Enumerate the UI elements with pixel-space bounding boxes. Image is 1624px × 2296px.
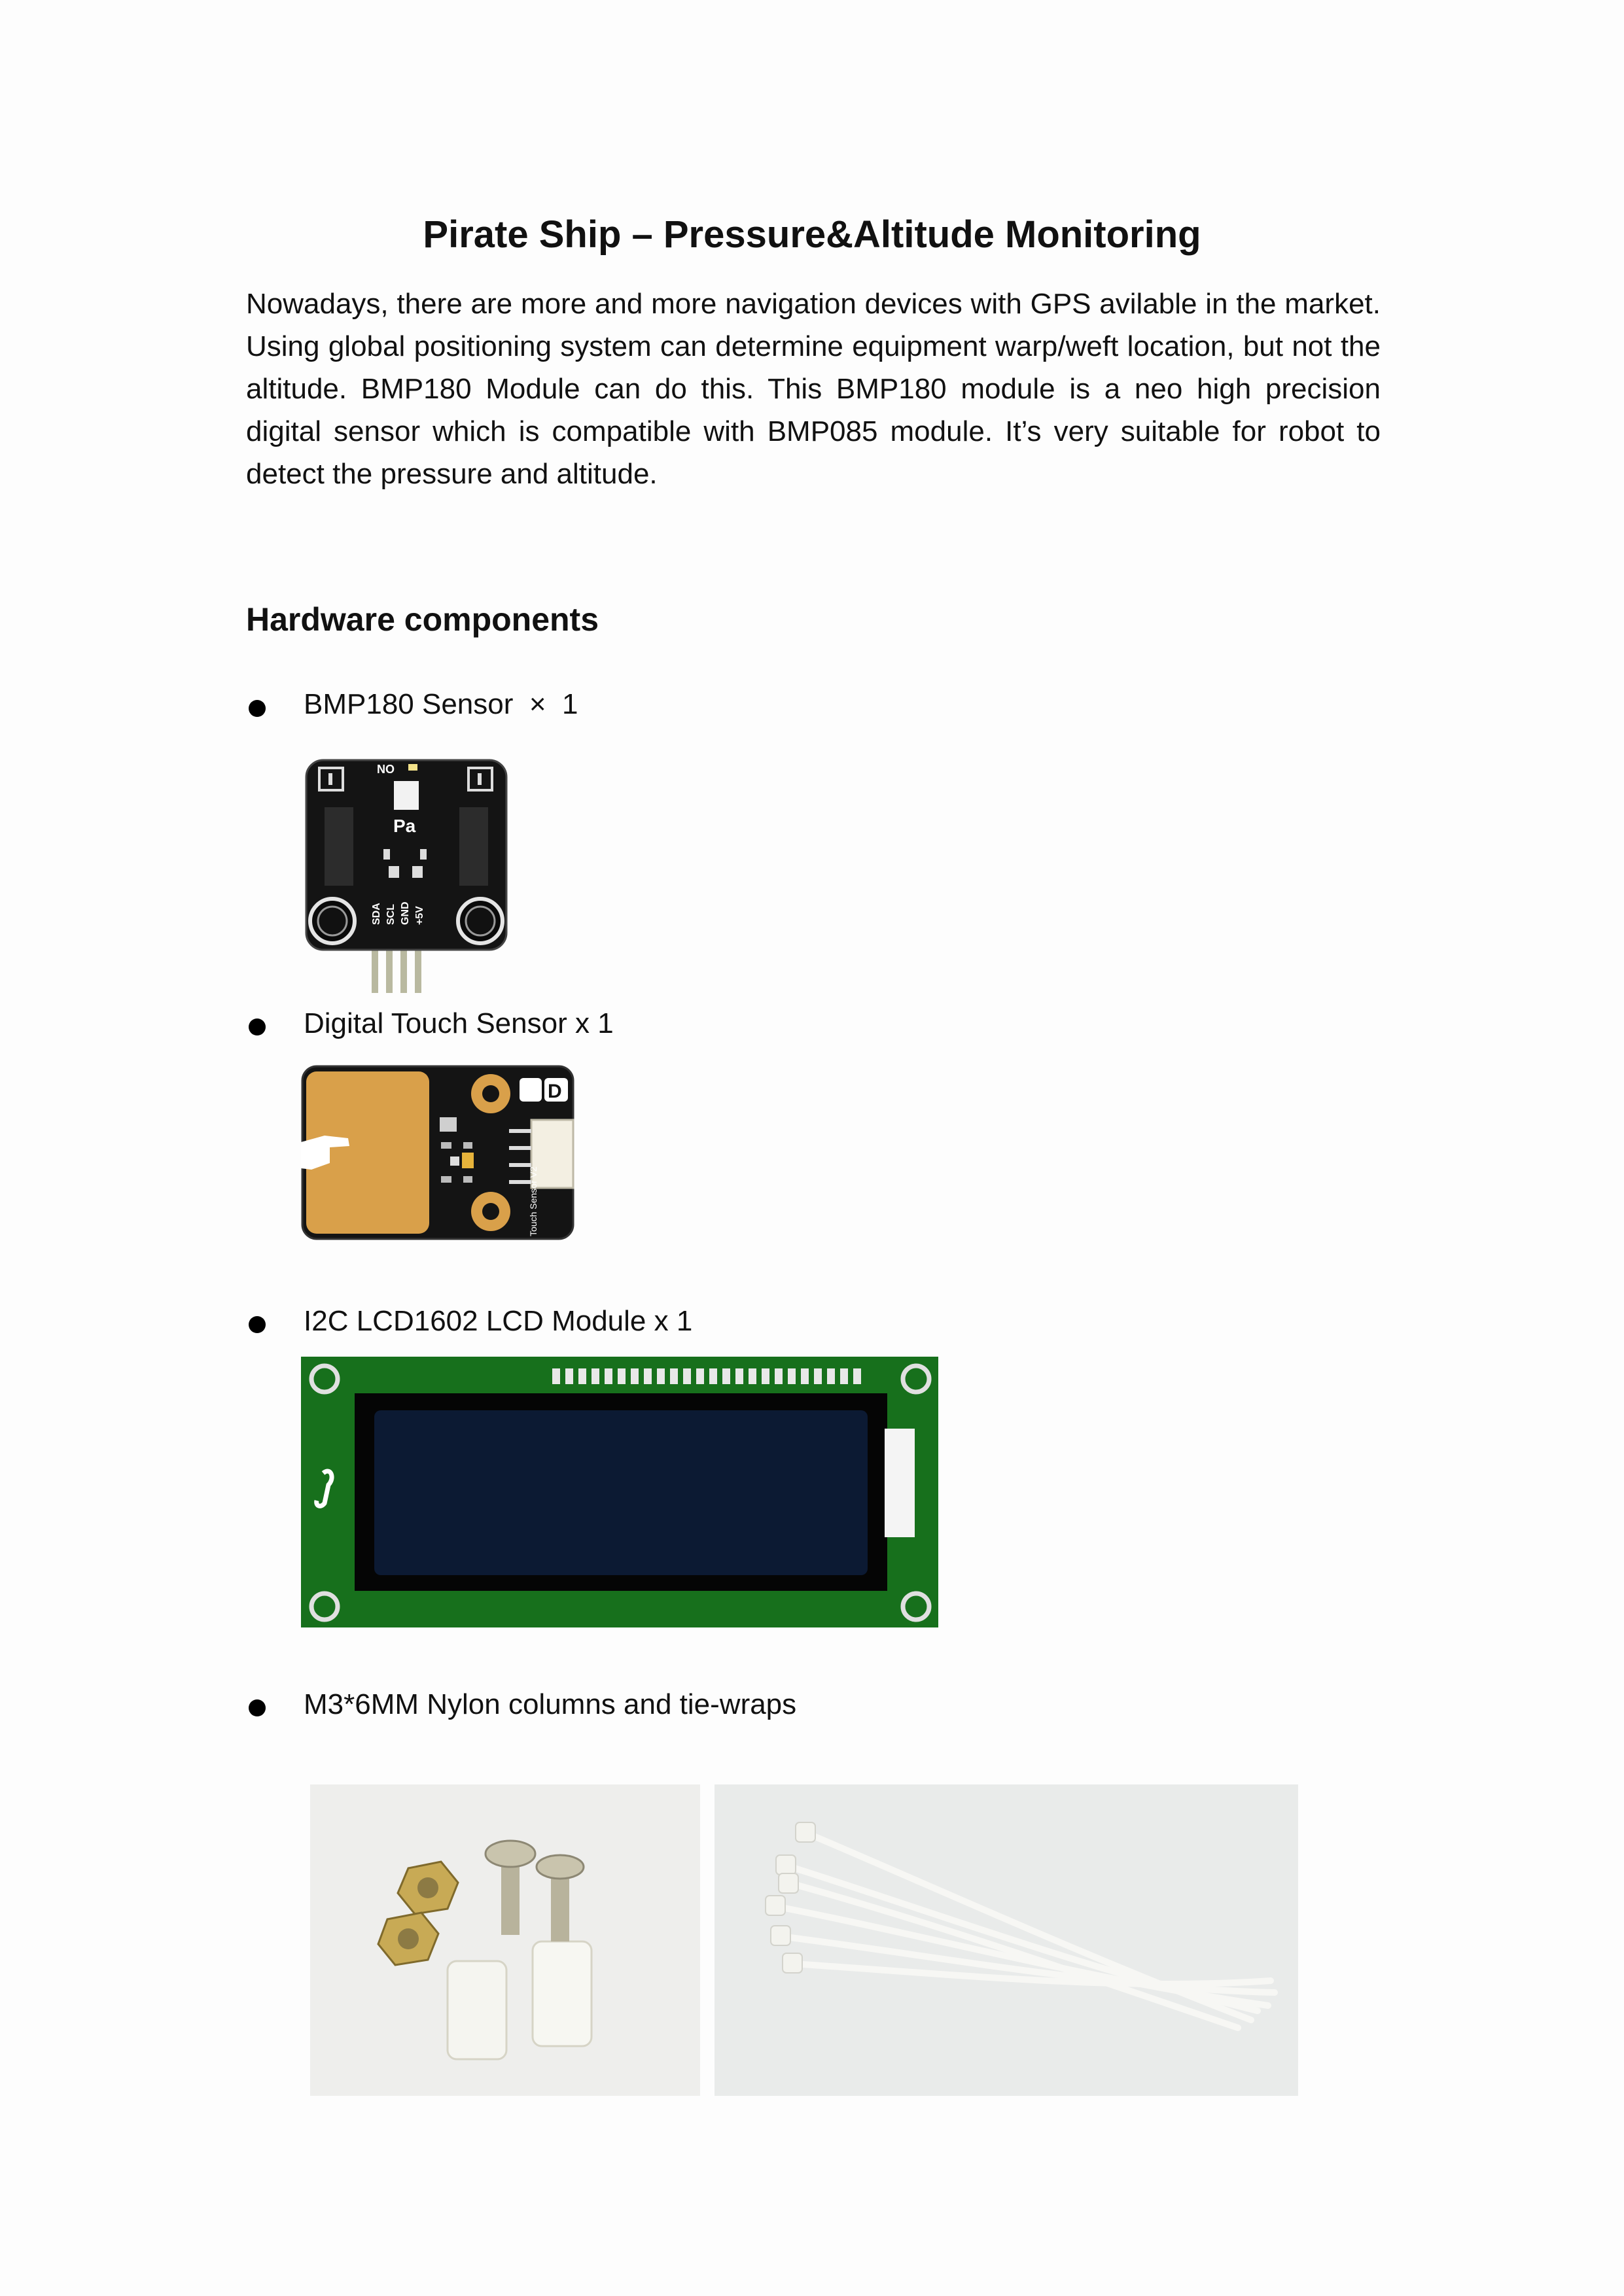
page-title: Pirate Ship – Pressure&Altitude Monitori… [423,213,1201,256]
bullet-dot [249,700,266,717]
touch-sensor-image: D Touch Sensor V2 [301,1065,576,1242]
component-label-lcd: I2C LCD1602 LCD Module x 1 [304,1305,693,1337]
section-heading: Hardware components [246,601,599,638]
bmp180-pin-label: SCL [385,904,397,925]
touch-logo-text: D [548,1081,562,1102]
tie-wraps-photo [715,1784,1298,2096]
bullet-dot [249,1018,266,1035]
component-label-bmp180: BMP180 Sensor × 1 [304,688,578,720]
bmp180-pin-label: GND [400,901,411,925]
intro-paragraph: Nowadays, there are more and more naviga… [246,288,1381,490]
component-label-touch: Digital Touch Sensor x 1 [304,1007,614,1039]
bmp180-text-center: Pa [393,816,416,836]
bmp180-text-top: NO [377,763,395,776]
bullet-dot [249,1699,266,1716]
lcd-module-image [301,1357,938,1627]
nylon-columns-photo [310,1784,700,2096]
document-page: Pirate Ship – Pressure&Altitude Monitori… [0,0,1624,2296]
bmp180-pin-label: SDA [371,903,382,925]
bullet-dot [249,1316,266,1333]
bmp180-sensor-image: NO Pa SDA SCL GND +5V [305,759,508,994]
touch-side-text: Touch Sensor V2 [528,1166,538,1236]
bmp180-pin-label: +5V [414,906,425,925]
component-label-hardware: M3*6MM Nylon columns and tie-wraps [304,1688,797,1720]
